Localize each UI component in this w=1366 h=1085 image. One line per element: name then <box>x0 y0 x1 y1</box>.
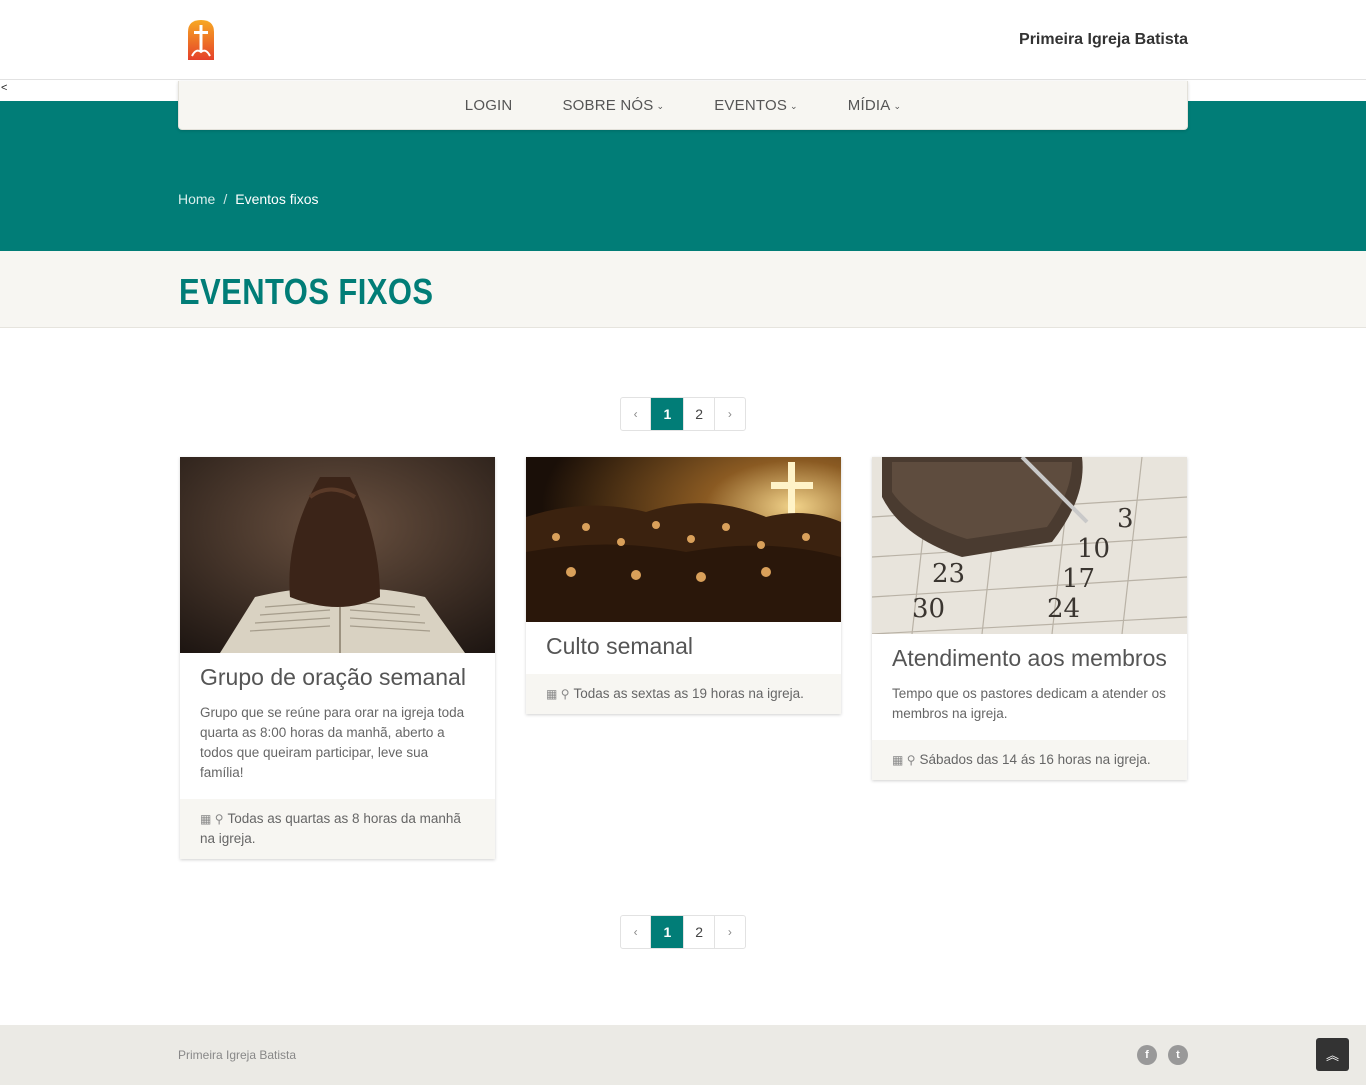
pagination-page-1[interactable]: 1 <box>651 398 685 430</box>
main-nav: LOGIN SOBRE NÓS ⌄ EVENTOS ⌄ MÍDIA ⌄ <box>178 81 1188 130</box>
pagination-top: ‹ 1 2 › <box>620 397 746 431</box>
calendar-icon: ▦ <box>892 753 904 767</box>
event-description: Tempo que os pastores dedicam a atender … <box>892 686 1166 721</box>
chevron-down-icon: ⌄ <box>790 100 798 111</box>
footer-copyright: Primeira Igreja Batista <box>178 1048 297 1062</box>
event-card-body: Grupo de oração semanal Grupo que se reú… <box>180 653 495 799</box>
nav-item-label: MÍDIA <box>847 96 891 114</box>
calendar-icon: ▦ <box>546 687 558 701</box>
svg-text:17: 17 <box>1062 564 1095 594</box>
double-chevron-up-icon[interactable]: ︽ <box>1316 1038 1349 1071</box>
event-card[interactable]: Culto semanal ▦ ⚲ Todas as sextas as 19 h… <box>526 457 841 714</box>
twitter-icon[interactable]: t <box>1168 1045 1188 1065</box>
event-schedule: ▦ ⚲ Todas as sextas as 19 horas na igreja… <box>526 674 841 714</box>
calendar-icon: ▦ <box>200 812 212 826</box>
event-image-worship[interactable] <box>526 457 841 622</box>
event-description: Grupo que se reúne para orar na igreja t… <box>200 705 465 780</box>
pagination-prev[interactable]: ‹ <box>621 916 652 948</box>
nav-item-eventos[interactable]: EVENTOS ⌄ <box>714 97 798 114</box>
breadcrumb-home-link[interactable]: Home <box>178 191 215 207</box>
breadcrumb: Home / Eventos fixos <box>178 191 319 207</box>
svg-text:10: 10 <box>1077 534 1110 564</box>
event-schedule-text: Todas as quartas as 8 horas da manhã na … <box>200 811 461 846</box>
event-image-calendar[interactable]: 3 10 17 23 30 24 <box>872 457 1187 634</box>
event-title[interactable]: Atendimento aos membros <box>892 646 1167 670</box>
event-schedule-text: Sábados das 14 ás 16 horas na igreja. <box>919 752 1151 767</box>
event-card[interactable]: 3 10 17 23 30 24 Atendimento aos membros Te… <box>872 457 1187 780</box>
map-marker-icon: ⚲ <box>560 687 570 701</box>
pagination-page-2[interactable]: 2 <box>684 398 715 430</box>
nav-item-midia[interactable]: MÍDIA ⌄ <box>848 97 901 114</box>
svg-text:3: 3 <box>1117 504 1134 534</box>
event-schedule-text: Todas as sextas as 19 horas na igreja. <box>573 686 804 701</box>
event-card-body: Atendimento aos membros Tempo que os pas… <box>872 634 1187 740</box>
map-marker-icon: ⚲ <box>906 753 916 767</box>
chevron-down-icon: ⌄ <box>656 100 665 111</box>
pagination-page-1[interactable]: 1 <box>651 916 685 948</box>
pagination-next[interactable]: › <box>715 916 745 948</box>
top-header: Primeira Igreja Batista <box>0 0 1366 80</box>
stray-character: < <box>1 82 8 94</box>
church-logo-icon[interactable] <box>184 18 218 62</box>
nav-item-label: SOBRE NÓS <box>562 96 654 114</box>
event-title[interactable]: Culto semanal <box>546 634 821 658</box>
nav-item-sobre-nos[interactable]: SOBRE NÓS ⌄ <box>562 97 664 114</box>
footer: Primeira Igreja Batista f t <box>0 1025 1366 1085</box>
event-schedule: ▦ ⚲ Todas as quartas as 8 horas da manhã … <box>180 799 495 859</box>
breadcrumb-separator: / <box>223 191 228 207</box>
svg-text:23: 23 <box>932 559 965 589</box>
map-marker-icon: ⚲ <box>214 812 224 826</box>
page-title: EVENTOS FIXOS <box>179 271 434 312</box>
event-card-body: Culto semanal <box>526 622 841 674</box>
site-name: Primeira Igreja Batista <box>1019 31 1188 48</box>
event-image-prayer[interactable] <box>180 457 495 653</box>
event-title[interactable]: Grupo de oração semanal <box>200 665 475 689</box>
svg-text:24: 24 <box>1047 594 1080 624</box>
pagination-page-2[interactable]: 2 <box>684 916 715 948</box>
svg-text:30: 30 <box>912 594 945 624</box>
nav-item-label: EVENTOS <box>714 96 788 114</box>
event-schedule: ▦ ⚲ Sábados das 14 ás 16 horas na igreja. <box>872 740 1187 780</box>
pagination-next[interactable]: › <box>715 398 745 430</box>
event-card[interactable]: Grupo de oração semanal Grupo que se reú… <box>180 457 495 859</box>
nav-item-label: LOGIN <box>464 96 513 114</box>
pagination-prev[interactable]: ‹ <box>621 398 652 430</box>
facebook-icon[interactable]: f <box>1137 1045 1157 1065</box>
nav-item-login[interactable]: LOGIN <box>465 97 513 114</box>
chevron-down-icon: ⌄ <box>893 100 902 111</box>
breadcrumb-current: Eventos fixos <box>235 191 319 207</box>
title-bar: EVENTOS FIXOS <box>0 251 1366 328</box>
pagination-bottom: ‹ 1 2 › <box>620 915 746 949</box>
